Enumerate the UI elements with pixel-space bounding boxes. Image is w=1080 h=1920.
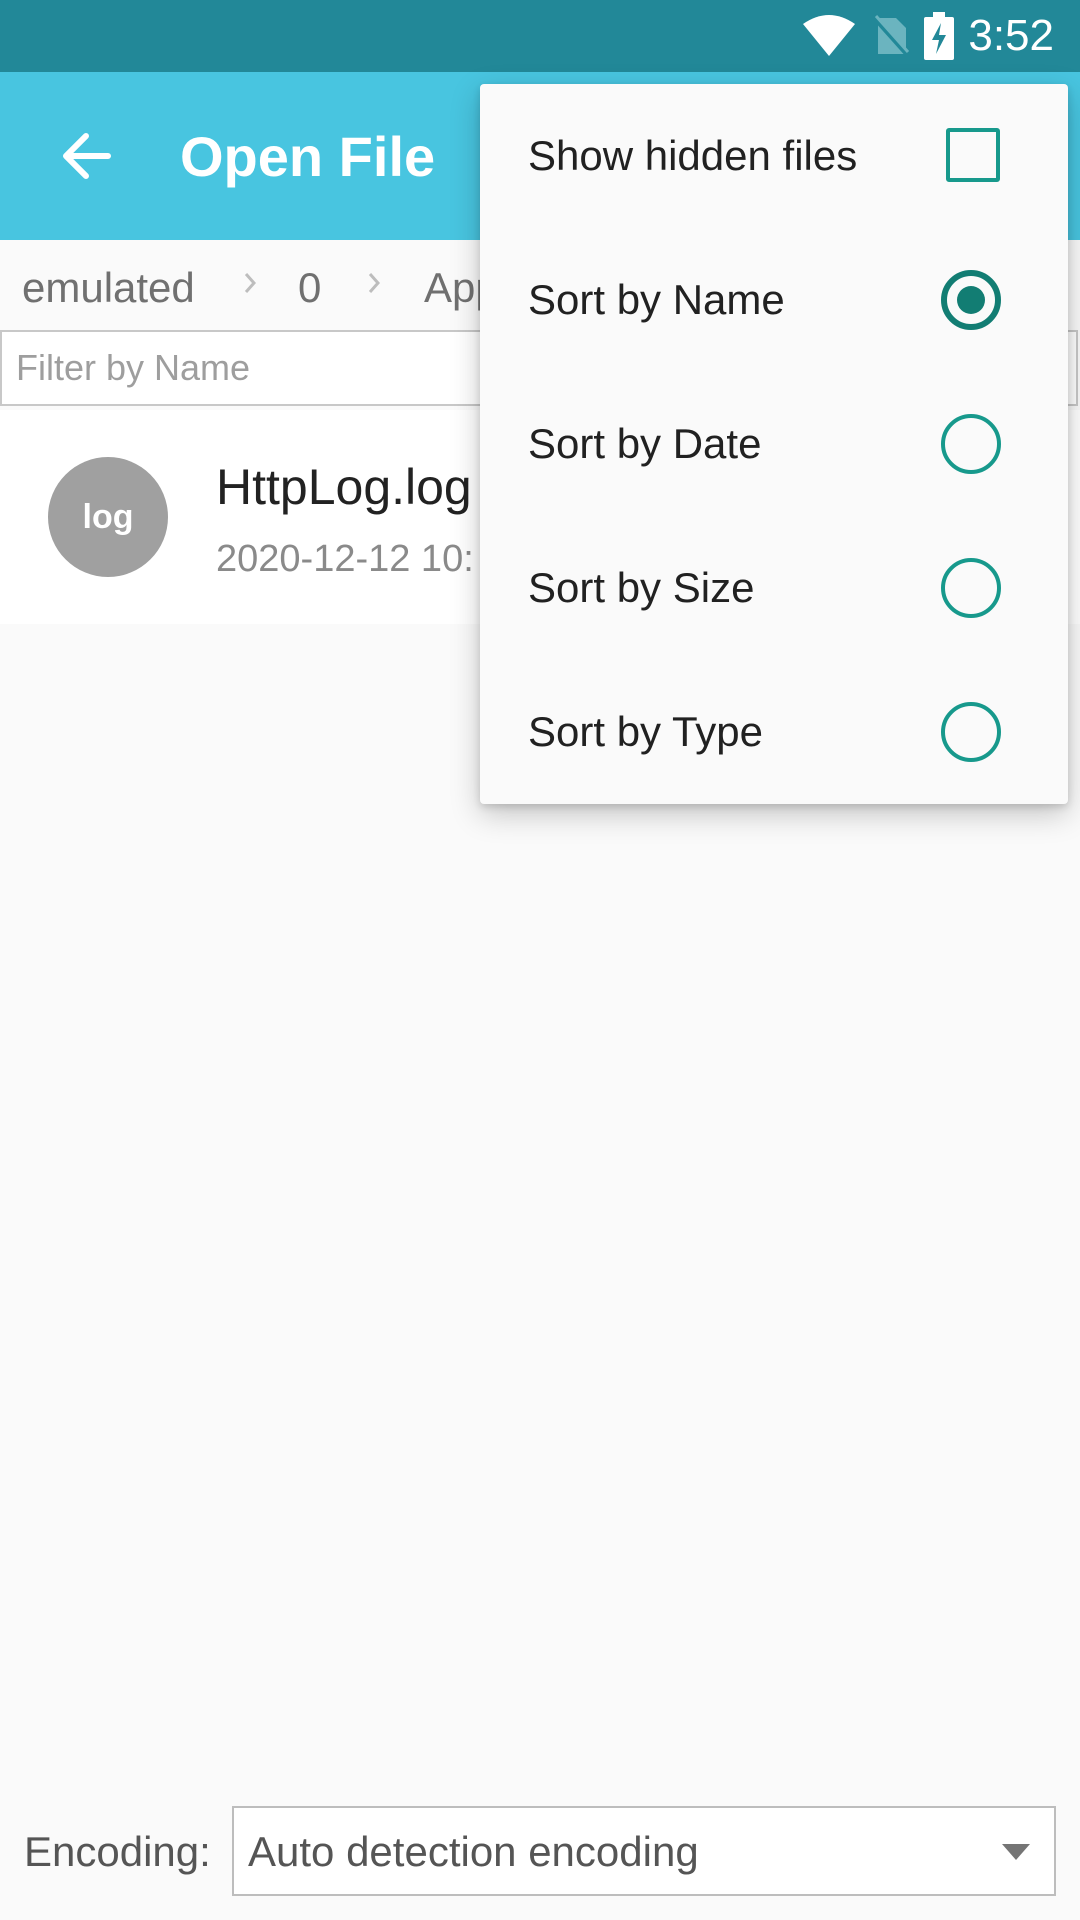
sort-by-type-radio[interactable] xyxy=(941,702,1001,762)
file-date: 2020-12-12 10: xyxy=(216,538,474,580)
menu-item-sort-by-date[interactable]: Sort by Date xyxy=(480,372,1068,516)
file-type-avatar: log xyxy=(48,457,168,577)
wifi-icon xyxy=(803,15,856,56)
page-title: Open File xyxy=(180,125,436,188)
menu-item-sort-by-name[interactable]: Sort by Name xyxy=(480,228,1068,372)
encoding-select[interactable]: Auto detection encoding xyxy=(232,1806,1056,1896)
menu-item-sort-by-size[interactable]: Sort by Size xyxy=(480,516,1068,660)
chevron-right-icon xyxy=(244,273,257,293)
breadcrumb-item-emulated[interactable]: emulated xyxy=(22,264,195,312)
file-name: HttpLog.log xyxy=(216,459,472,515)
menu-item-label: Sort by Date xyxy=(528,420,762,467)
battery-charging-icon xyxy=(924,12,955,60)
menu-item-sort-by-type[interactable]: Sort by Type xyxy=(480,660,1068,804)
sort-by-date-radio[interactable] xyxy=(941,414,1001,474)
dropdown-arrow-icon xyxy=(1002,1844,1030,1860)
menu-item-label: Sort by Size xyxy=(528,564,755,611)
no-sim-icon xyxy=(872,15,910,58)
arrow-back-icon[interactable] xyxy=(52,122,120,190)
status-time: 3:52 xyxy=(968,11,1054,60)
breadcrumb-item-0[interactable]: 0 xyxy=(298,264,321,312)
encoding-value: Auto detection encoding xyxy=(248,1828,699,1875)
options-menu: Show hidden files Sort by Name Sort by D… xyxy=(480,84,1068,804)
menu-item-show-hidden-files[interactable]: Show hidden files xyxy=(480,84,1068,228)
encoding-label: Encoding: xyxy=(24,1828,211,1875)
show-hidden-checkbox[interactable] xyxy=(946,128,1000,182)
sort-by-name-radio[interactable] xyxy=(941,270,1001,330)
chevron-right-icon xyxy=(368,273,381,293)
sort-by-size-radio[interactable] xyxy=(941,558,1001,618)
radio-dot xyxy=(957,286,985,314)
menu-item-label: Show hidden files xyxy=(528,132,858,179)
status-icons: 3:52 xyxy=(788,0,1080,72)
menu-item-label: Sort by Type xyxy=(528,708,764,755)
menu-item-label: Sort by Name xyxy=(528,276,785,323)
status-bar: 3:52 xyxy=(0,0,1080,72)
